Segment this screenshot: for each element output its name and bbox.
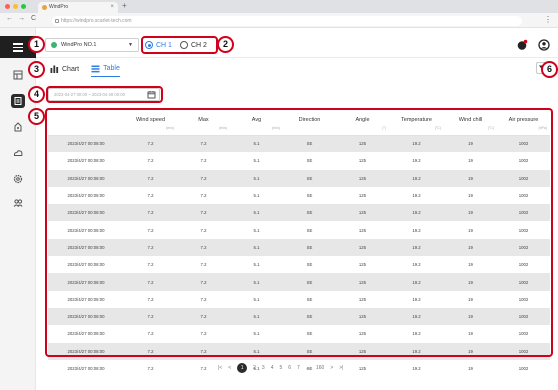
last-page-button[interactable]: >|	[339, 365, 343, 371]
station-icon[interactable]	[11, 120, 25, 134]
chevron-down-icon: ▼	[128, 42, 133, 48]
pagination-ellipsis: ...	[305, 365, 310, 371]
table-cell: 7.2	[124, 359, 177, 378]
browser-tab-bar: WindPro × +	[0, 0, 558, 13]
url-field[interactable]: https://windpro.scarlet-tech.com	[52, 16, 522, 26]
settings-icon[interactable]	[11, 172, 25, 186]
callout-box-date-range	[46, 86, 163, 103]
url-text: https://windpro.scarlet-tech.com	[61, 18, 132, 24]
view-tabs: Chart Table	[50, 61, 120, 77]
callout-badge-3: 3	[28, 61, 45, 78]
page-number[interactable]: 2	[253, 365, 256, 371]
tab-label: Table	[103, 65, 120, 72]
page-number[interactable]: 1	[237, 363, 248, 373]
bar-chart-icon	[50, 65, 59, 73]
table-cell: 19.2	[389, 359, 444, 378]
weather-icon[interactable]	[11, 146, 25, 160]
page-number[interactable]: 5	[279, 365, 282, 371]
window-zoom-dot[interactable]	[21, 4, 26, 9]
table-cell: 2023/4/27 00:08:00	[48, 359, 124, 378]
window-minimize-dot[interactable]	[13, 4, 18, 9]
next-page-button[interactable]: >	[330, 365, 333, 371]
notification-icon[interactable]	[516, 39, 528, 51]
dashboard-icon[interactable]	[11, 68, 25, 82]
tab-chart[interactable]: Chart	[50, 61, 79, 77]
tab-table[interactable]: Table	[91, 61, 120, 77]
callout-badge-4: 4	[28, 86, 45, 103]
page-number[interactable]: 6	[288, 365, 291, 371]
first-page-button[interactable]: |<	[218, 365, 222, 371]
device-select[interactable]: WindPro NO.1 ▼	[45, 38, 139, 52]
tab-label: Chart	[62, 65, 80, 73]
callout-badge-2: 2	[217, 36, 234, 53]
lock-icon	[55, 19, 59, 23]
pagination: |< < 1234567 ... 160 > >|	[218, 363, 343, 373]
favicon-icon	[42, 5, 47, 10]
browser-tab[interactable]: WindPro ×	[38, 2, 118, 13]
table-cell: 125	[336, 359, 389, 378]
table-cell: 19	[444, 359, 497, 378]
history-icon[interactable]	[11, 94, 25, 108]
table-cell: 1002	[497, 359, 550, 378]
callout-box-table	[45, 108, 553, 357]
header-divider	[36, 57, 558, 58]
sidebar	[0, 28, 36, 390]
header-actions	[516, 38, 550, 52]
last-page-number[interactable]: 160	[316, 365, 324, 371]
new-tab-button[interactable]: +	[122, 1, 127, 10]
reload-button[interactable]: C	[31, 15, 36, 22]
tab-close-icon[interactable]: ×	[110, 2, 114, 13]
callout-badge-5: 5	[28, 108, 45, 125]
prev-page-button[interactable]: <	[228, 365, 231, 371]
device-name: WindPro NO.1	[61, 42, 97, 48]
table-icon	[91, 65, 100, 73]
page-list: 1234567	[237, 363, 300, 373]
page-number[interactable]: 3	[262, 365, 265, 371]
account-icon[interactable]	[538, 39, 550, 51]
browser-address-bar: ← → C https://windpro.scarlet-tech.com ⋮	[0, 13, 558, 28]
callout-badge-1: 1	[28, 36, 45, 53]
callout-badge-6: 6	[541, 61, 558, 78]
window-close-dot[interactable]	[5, 4, 10, 9]
browser-menu-icon[interactable]: ⋮	[544, 15, 552, 24]
page-number[interactable]: 7	[297, 365, 300, 371]
browser-tab-title: WindPro	[49, 4, 69, 10]
back-button[interactable]: ←	[6, 15, 13, 22]
forward-button[interactable]: →	[18, 15, 25, 22]
page-number[interactable]: 4	[271, 365, 274, 371]
users-icon[interactable]	[11, 196, 25, 210]
callout-box-channels	[141, 36, 218, 54]
device-status-dot	[51, 42, 57, 48]
